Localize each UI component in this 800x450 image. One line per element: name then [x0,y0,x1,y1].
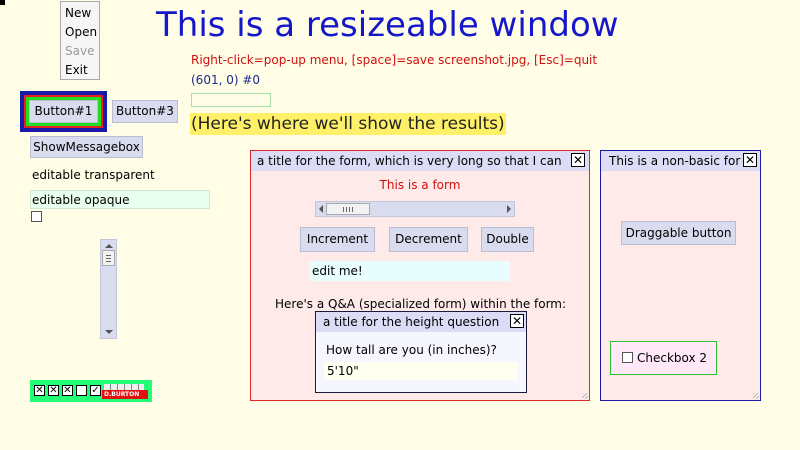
button-1[interactable]: Button#1 [29,100,98,123]
window-title: This is a resizeable window [156,5,619,45]
qa-titlebar[interactable]: a title for the height question [316,312,526,332]
double-button[interactable]: Double [481,227,534,252]
x-box-icon: ✕ [62,385,73,396]
button-3[interactable]: Button#3 [112,100,178,123]
scroll-thumb[interactable] [102,250,115,266]
horizontal-scrollbar[interactable] [315,201,515,217]
small-input[interactable] [191,93,271,107]
scroll-up-arrow-icon[interactable] [105,244,113,248]
widget-strip[interactable]: ✕ ✕ ✕ ✓ D.BURTON [30,380,152,402]
nonbasic-form-window[interactable]: This is a non-basic for ✕ Draggable butt… [600,150,761,401]
qa-caption: Here's a Q&A (specialized form) within t… [275,297,567,311]
x-box-icon: ✕ [34,385,45,396]
editable-opaque-field[interactable]: editable opaque [30,190,210,209]
qa-title: a title for the height question [323,315,500,329]
vertical-scrollbar[interactable] [100,239,117,339]
x-box-icon: ✕ [48,385,59,396]
empty-box-icon [76,385,87,396]
checked-box-icon: ✓ [90,385,101,396]
red-logo: D.BURTON [102,390,148,399]
form-titlebar[interactable]: a title for the form, which is very long… [251,151,589,171]
show-messagebox-button[interactable]: ShowMessagebox [30,136,143,158]
editable-opaque-text: editable opaque [32,193,130,207]
qa-answer-field[interactable]: 5'10" [324,362,518,380]
form-resize-grip-icon[interactable] [582,393,588,399]
scroll-down-arrow-icon[interactable] [105,330,113,334]
checkbox-1[interactable] [31,211,42,222]
button1-frame: Button#1 [20,91,107,132]
results-text: (Here's where we'll show the results) [190,113,506,135]
checkbox-2-label: Checkbox 2 [637,351,708,365]
form-close-icon[interactable]: ✕ [571,153,585,167]
edit-me-field[interactable]: edit me! [309,261,510,281]
draggable-button[interactable]: Draggable button [621,221,736,245]
qa-close-icon[interactable]: ✕ [510,314,524,328]
instructions-text: Right-click=pop-up menu, [space]=save sc… [191,53,598,67]
logo-text: D.BURTON [104,391,140,398]
scroll-left-arrow-icon[interactable] [319,205,323,213]
editable-transparent-field[interactable]: editable transparent [32,167,155,183]
menu-item-open[interactable]: Open [65,24,97,40]
corner-marker [0,0,5,5]
scroll-right-arrow-icon[interactable] [507,205,511,213]
qa-form[interactable]: a title for the height question ✕ How ta… [315,311,527,393]
qa-question: How tall are you (in inches)? [326,343,497,357]
checkbox-2[interactable] [622,352,633,363]
form-title: a title for the form, which is very long… [257,154,562,168]
nonbasic-close-icon[interactable]: ✕ [743,153,757,167]
increment-button[interactable]: Increment [300,227,375,252]
nonbasic-titlebar[interactable]: This is a non-basic for [601,151,760,171]
menu-item-new[interactable]: New [65,5,91,21]
menu-item-save: Save [65,44,95,58]
horizontal-scroll-thumb[interactable] [326,203,370,215]
qa-answer-text: 5'10" [327,364,359,378]
nonbasic-title: This is a non-basic for [609,154,741,168]
edit-me-text: edit me! [312,264,363,278]
coords-readout: (601, 0) #0 [191,73,261,87]
popup-menu[interactable]: New Open Save Exit [60,1,100,80]
menu-item-exit[interactable]: Exit [65,62,88,78]
nonbasic-resize-grip-icon[interactable] [753,393,759,399]
decrement-button[interactable]: Decrement [389,227,468,252]
checkbox-2-container[interactable]: Checkbox 2 [610,341,717,375]
form-window[interactable]: a title for the form, which is very long… [250,150,590,401]
form-heading: This is a form [379,178,461,192]
